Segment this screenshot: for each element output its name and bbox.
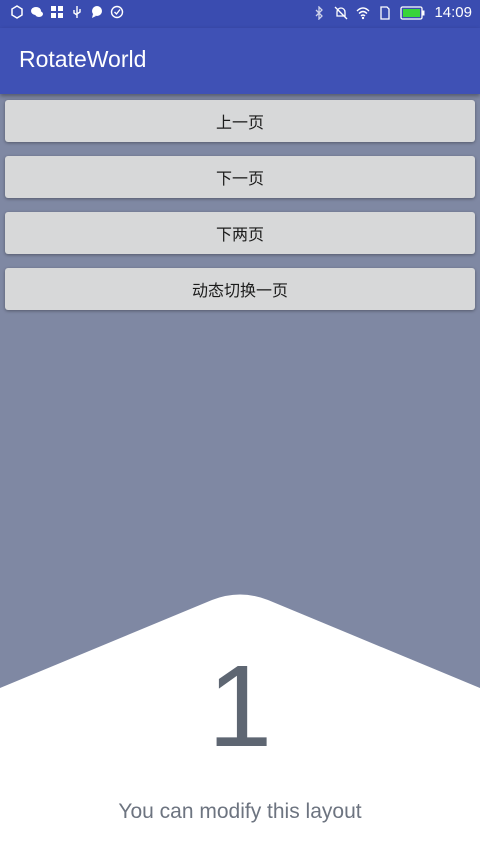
status-bar: 14:09: [0, 0, 480, 28]
chat-icon: [92, 6, 102, 18]
status-right-icons: 14:09: [312, 4, 472, 21]
previous-page-button[interactable]: 上一页: [5, 100, 475, 142]
app-icon: [11, 5, 23, 19]
bluetooth-icon: [315, 5, 324, 20]
app-title: RotateWorld: [19, 46, 147, 72]
clock: 14:09: [434, 4, 472, 21]
dynamic-switch-page-button[interactable]: 动态切换一页: [5, 268, 475, 310]
next-page-button[interactable]: 下一页: [5, 156, 475, 198]
page-number: 1: [207, 641, 273, 771]
next-two-pages-button[interactable]: 下两页: [5, 212, 475, 254]
check-icon: [110, 5, 124, 19]
usb-icon: [73, 6, 81, 18]
page-caption: You can modify this layout: [118, 800, 362, 823]
status-left-icons: [10, 5, 124, 19]
wechat-icon: [31, 7, 43, 17]
sim-icon: [380, 5, 391, 20]
wifi-icon: [356, 6, 370, 19]
app-bar: RotateWorld: [0, 28, 480, 94]
mute-icon: [334, 6, 348, 19]
battery-icon: [400, 5, 425, 20]
grid-icon: [51, 6, 63, 18]
